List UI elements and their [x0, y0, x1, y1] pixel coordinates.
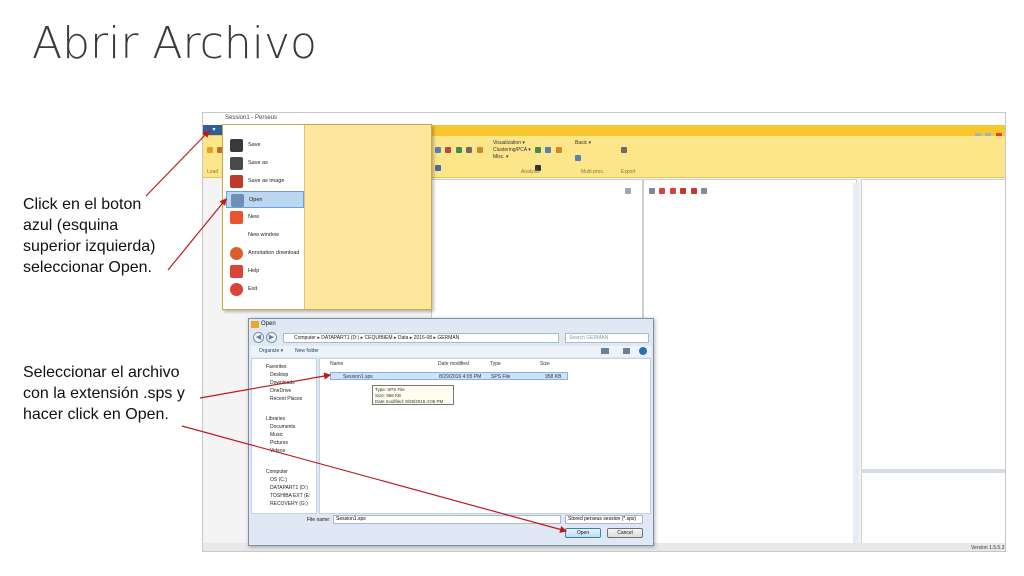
arrow-to-open-menu-item [167, 198, 227, 271]
annotation-arrows [145, 130, 568, 533]
arrow-to-app-button [145, 130, 210, 197]
arrow-to-open-button [181, 425, 568, 533]
arrow-to-sps-file [199, 372, 332, 399]
